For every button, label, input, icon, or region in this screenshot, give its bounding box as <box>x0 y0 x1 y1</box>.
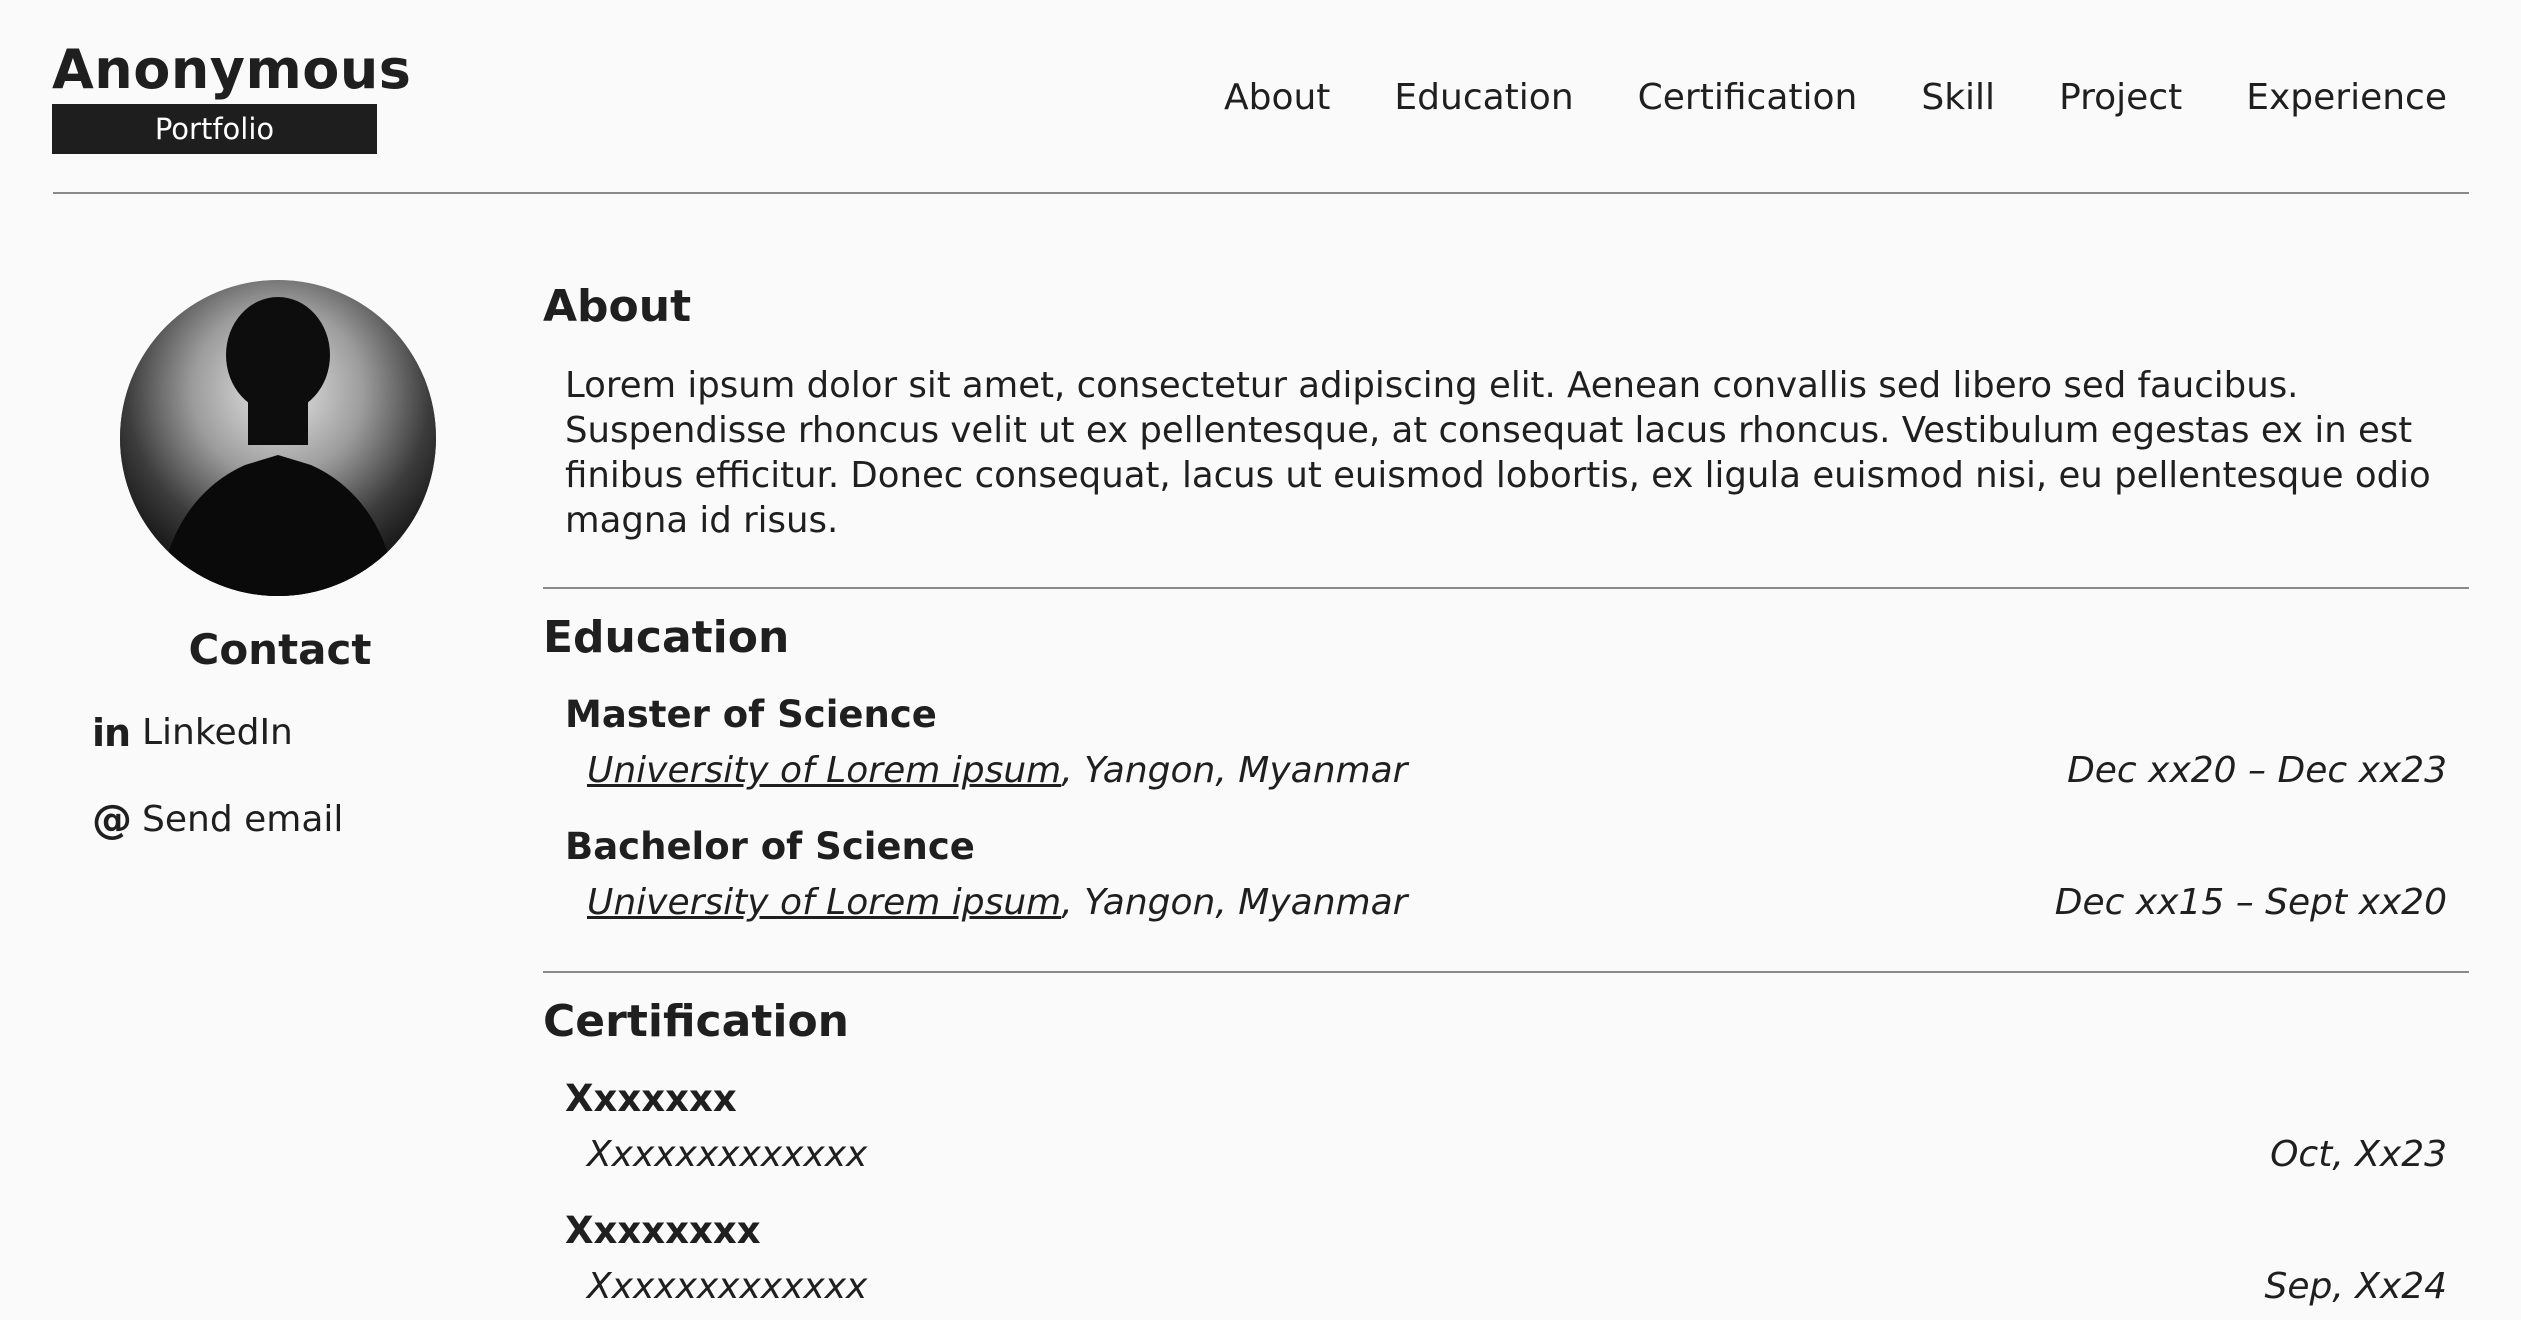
certification-heading: Certification <box>543 996 850 1047</box>
education-degree: Master of Science <box>565 693 937 736</box>
main-nav: About Education Certification Skill Proj… <box>1224 68 2447 128</box>
certification-issuer: Xxxxxxxxxxxxx <box>587 1134 868 1175</box>
brand-subtitle: Portfolio <box>52 104 377 154</box>
institution-location: , Yangon, Myanmar <box>1061 882 1408 923</box>
about-text: Lorem ipsum dolor sit amet, consectetur … <box>565 365 2431 541</box>
certification-detail: Xxxxxxxxxxxxx Sep, Xx24 <box>587 1264 2447 1310</box>
nav-item-skill[interactable]: Skill <box>1921 68 1995 128</box>
certification-date: Oct, Xx23 <box>2270 1134 2447 1175</box>
nav-item-about[interactable]: About <box>1224 68 1330 128</box>
section-divider <box>543 587 2469 589</box>
avatar <box>120 280 436 596</box>
education-dates: Dec xx20 – Dec xx23 <box>2067 750 2447 791</box>
send-email-label: Send email <box>142 799 344 840</box>
education-dates: Dec xx15 – Sept xx20 <box>2054 882 2447 923</box>
main-content: About Lorem ipsum dolor sit amet, consec… <box>543 195 2469 1320</box>
certification-date: Sep, Xx24 <box>2264 1266 2447 1307</box>
brand-logo[interactable]: Anonymous Portfolio <box>52 36 412 154</box>
nav-item-education[interactable]: Education <box>1394 68 1573 128</box>
education-detail: University of Lorem ipsum, Yangon, Myanm… <box>587 748 2447 794</box>
institution-link[interactable]: University of Lorem ipsum <box>587 750 1061 791</box>
header-divider <box>53 192 2469 194</box>
send-email-link[interactable]: @ Send email <box>92 796 343 844</box>
certification-name: Xxxxxxxx <box>565 1209 761 1252</box>
nav-item-project[interactable]: Project <box>2059 68 2182 128</box>
section-divider <box>543 971 2469 973</box>
brand-title: Anonymous <box>52 38 412 101</box>
linkedin-link[interactable]: in LinkedIn <box>92 709 293 757</box>
sidebar: Contact in LinkedIn @ Send email <box>0 195 520 1320</box>
institution-location: , Yangon, Myanmar <box>1061 750 1408 791</box>
certification-issuer: Xxxxxxxxxxxxx <box>587 1266 868 1307</box>
linkedin-label: LinkedIn <box>142 712 293 753</box>
about-heading: About <box>543 281 692 332</box>
certification-name: Xxxxxxx <box>565 1077 737 1120</box>
site-header: Anonymous Portfolio About Education Cert… <box>0 0 2521 195</box>
linkedin-icon: in <box>92 711 131 755</box>
certification-detail: Xxxxxxxxxxxxx Oct, Xx23 <box>587 1132 2447 1178</box>
nav-item-experience[interactable]: Experience <box>2246 68 2447 128</box>
nav-item-certification[interactable]: Certification <box>1638 68 1858 128</box>
institution-link[interactable]: University of Lorem ipsum <box>587 882 1061 923</box>
education-degree: Bachelor of Science <box>565 825 975 868</box>
education-detail: University of Lorem ipsum, Yangon, Myanm… <box>587 880 2447 926</box>
person-silhouette-icon <box>120 280 436 596</box>
contact-heading: Contact <box>188 625 372 674</box>
education-heading: Education <box>543 612 790 663</box>
at-icon: @ <box>92 797 132 843</box>
